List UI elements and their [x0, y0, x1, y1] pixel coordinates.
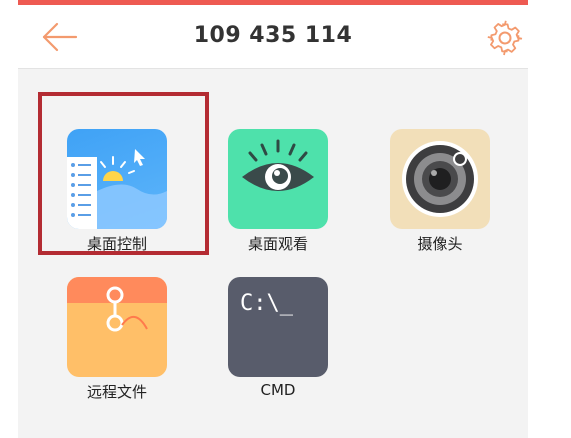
camera-lens-icon [390, 129, 490, 229]
arrow-left-icon [42, 22, 78, 52]
tile-label: 桌面观看 [247, 235, 308, 253]
tile-label: 桌面控制 [86, 235, 147, 253]
tile-cmd[interactable]: C:\_ CMD [228, 277, 328, 399]
terminal-prompt-text: C:\_ [240, 291, 293, 316]
tile-camera[interactable]: 摄像头 [380, 129, 500, 254]
tile-label: 摄像头 [417, 235, 463, 253]
tile-desktop-control[interactable]: 桌面控制 [57, 129, 177, 254]
terminal-icon: C:\_ [228, 277, 328, 377]
app-screen: 109 435 114 桌面控制 桌面观看 摄像头 远程文件 C:\_ CMD [0, 0, 571, 438]
device-id-title: 109 435 114 [193, 23, 353, 48]
tile-remote-files[interactable]: 远程文件 [67, 277, 167, 402]
feature-grid: 桌面控制 桌面观看 摄像头 远程文件 C:\_ CMD [18, 69, 528, 438]
envelope-file-icon [67, 277, 167, 377]
tile-desktop-view[interactable]: 桌面观看 [218, 129, 338, 254]
gear-icon [487, 20, 523, 56]
back-button[interactable] [40, 20, 80, 54]
eye-icon [228, 129, 328, 229]
tile-label: 远程文件 [86, 383, 147, 401]
top-bar: 109 435 114 [18, 5, 528, 69]
settings-button[interactable] [486, 19, 524, 57]
desktop-control-icon [67, 129, 167, 229]
tile-label: CMD [260, 381, 296, 399]
